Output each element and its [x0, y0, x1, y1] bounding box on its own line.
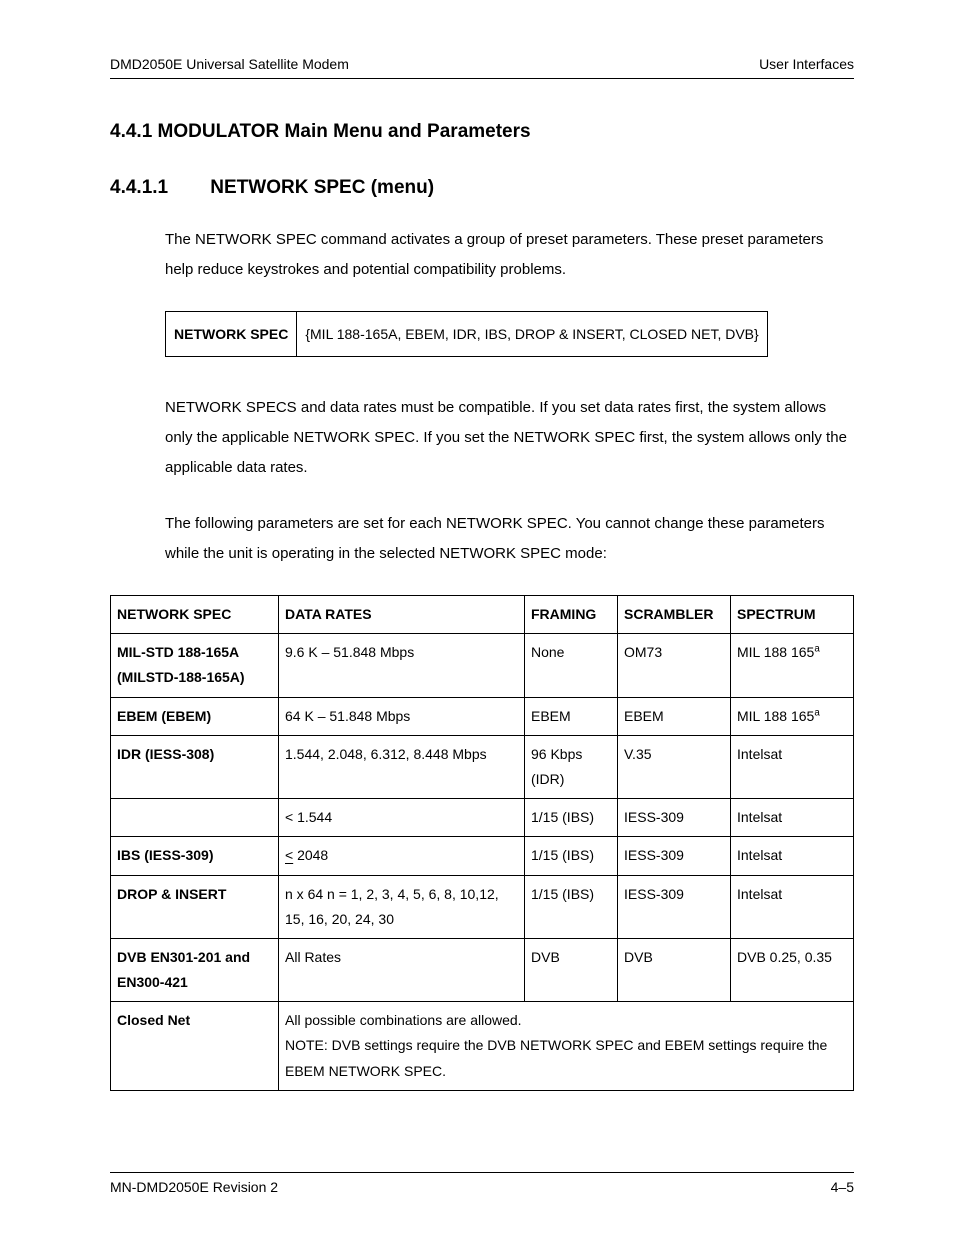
section-title: NETWORK SPEC (menu) [210, 177, 434, 198]
cell-spectrum: Intelsat [731, 837, 854, 875]
cell-rates: < 2048 [279, 837, 525, 875]
section-heading-4-4-1-1: 4.4.1.1 NETWORK SPEC (menu) [110, 177, 854, 199]
cell-scrambler: OM73 [618, 634, 731, 697]
cell-scrambler: V.35 [618, 735, 731, 798]
cell-spec: IBS (IESS-309) [111, 837, 279, 875]
cell-scrambler: IESS-309 [618, 837, 731, 875]
paragraph-params: The following parameters are set for eac… [165, 509, 854, 569]
header-left: DMD2050E Universal Satellite Modem [110, 56, 349, 72]
col-spectrum: SPECTRUM [731, 596, 854, 634]
table-row-closed-net: Closed Net All possible combinations are… [111, 1002, 854, 1091]
table-row: DROP & INSERT n x 64 n = 1, 2, 3, 4, 5, … [111, 875, 854, 938]
network-spec-table: NETWORK SPEC DATA RATES FRAMING SCRAMBLE… [110, 595, 854, 1091]
cell-spectrum: Intelsat [731, 875, 854, 938]
table-row: EBEM (EBEM) 64 K – 51.848 Mbps EBEM EBEM… [111, 697, 854, 735]
col-framing: FRAMING [525, 596, 618, 634]
spec-box-value: {MIL 188-165A, EBEM, IDR, IBS, DROP & IN… [297, 312, 767, 357]
cell-framing: 1/15 (IBS) [525, 837, 618, 875]
section-number: 4.4.1 [110, 121, 152, 142]
cell-rates: 64 K – 51.848 Mbps [279, 697, 525, 735]
cell-rates: 1.544, 2.048, 6.312, 8.448 Mbps [279, 735, 525, 798]
section-number: 4.4.1.1 [110, 177, 205, 199]
cell-rates: 9.6 K – 51.848 Mbps [279, 634, 525, 697]
cell-spectrum: DVB 0.25, 0.35 [731, 938, 854, 1001]
cell-spec [111, 799, 279, 837]
cell-spec: EBEM (EBEM) [111, 697, 279, 735]
cell-rates: All Rates [279, 938, 525, 1001]
col-data-rates: DATA RATES [279, 596, 525, 634]
cell-spectrum: MIL 188 165a [731, 634, 854, 697]
cell-spec: DROP & INSERT [111, 875, 279, 938]
table-header-row: NETWORK SPEC DATA RATES FRAMING SCRAMBLE… [111, 596, 854, 634]
page-footer: MN-DMD2050E Revision 2 4–5 [110, 1172, 854, 1195]
cell-scrambler: IESS-309 [618, 799, 731, 837]
cell-scrambler: IESS-309 [618, 875, 731, 938]
paragraph-intro: The NETWORK SPEC command activates a gro… [165, 225, 854, 285]
page-header: DMD2050E Universal Satellite Modem User … [110, 56, 854, 79]
cell-framing: 1/15 (IBS) [525, 875, 618, 938]
table-row: IBS (IESS-309) < 2048 1/15 (IBS) IESS-30… [111, 837, 854, 875]
cell-rates: < 1.544 [279, 799, 525, 837]
section-title: MODULATOR Main Menu and Parameters [158, 121, 531, 142]
cell-framing: DVB [525, 938, 618, 1001]
spec-box-label: NETWORK SPEC [166, 312, 297, 357]
table-row: DVB EN301-201 and EN300-421 All Rates DV… [111, 938, 854, 1001]
cell-framing: EBEM [525, 697, 618, 735]
cell-framing: 96 Kbps (IDR) [525, 735, 618, 798]
cell-spec: Closed Net [111, 1002, 279, 1091]
cell-closed-net-note: All possible combinations are allowed. N… [279, 1002, 854, 1091]
col-scrambler: SCRAMBLER [618, 596, 731, 634]
section-heading-4-4-1: 4.4.1 MODULATOR Main Menu and Parameters [110, 121, 854, 143]
table-row: < 1.544 1/15 (IBS) IESS-309 Intelsat [111, 799, 854, 837]
paragraph-compat: NETWORK SPECS and data rates must be com… [165, 393, 854, 483]
cell-rates: n x 64 n = 1, 2, 3, 4, 5, 6, 8, 10,12, 1… [279, 875, 525, 938]
cell-spec: DVB EN301-201 and EN300-421 [111, 938, 279, 1001]
network-spec-options-box: NETWORK SPEC {MIL 188-165A, EBEM, IDR, I… [165, 311, 854, 357]
cell-scrambler: EBEM [618, 697, 731, 735]
footer-page-number: 4–5 [831, 1179, 854, 1195]
col-network-spec: NETWORK SPEC [111, 596, 279, 634]
footer-left: MN-DMD2050E Revision 2 [110, 1179, 278, 1195]
cell-framing: None [525, 634, 618, 697]
table-row: MIL-STD 188-165A (MILSTD-188-165A) 9.6 K… [111, 634, 854, 697]
cell-spec: IDR (IESS-308) [111, 735, 279, 798]
cell-spec: MIL-STD 188-165A (MILSTD-188-165A) [111, 634, 279, 697]
cell-spectrum: Intelsat [731, 735, 854, 798]
cell-framing: 1/15 (IBS) [525, 799, 618, 837]
cell-scrambler: DVB [618, 938, 731, 1001]
cell-spectrum: Intelsat [731, 799, 854, 837]
header-right: User Interfaces [759, 56, 854, 72]
cell-spectrum: MIL 188 165a [731, 697, 854, 735]
table-row: IDR (IESS-308) 1.544, 2.048, 6.312, 8.44… [111, 735, 854, 798]
